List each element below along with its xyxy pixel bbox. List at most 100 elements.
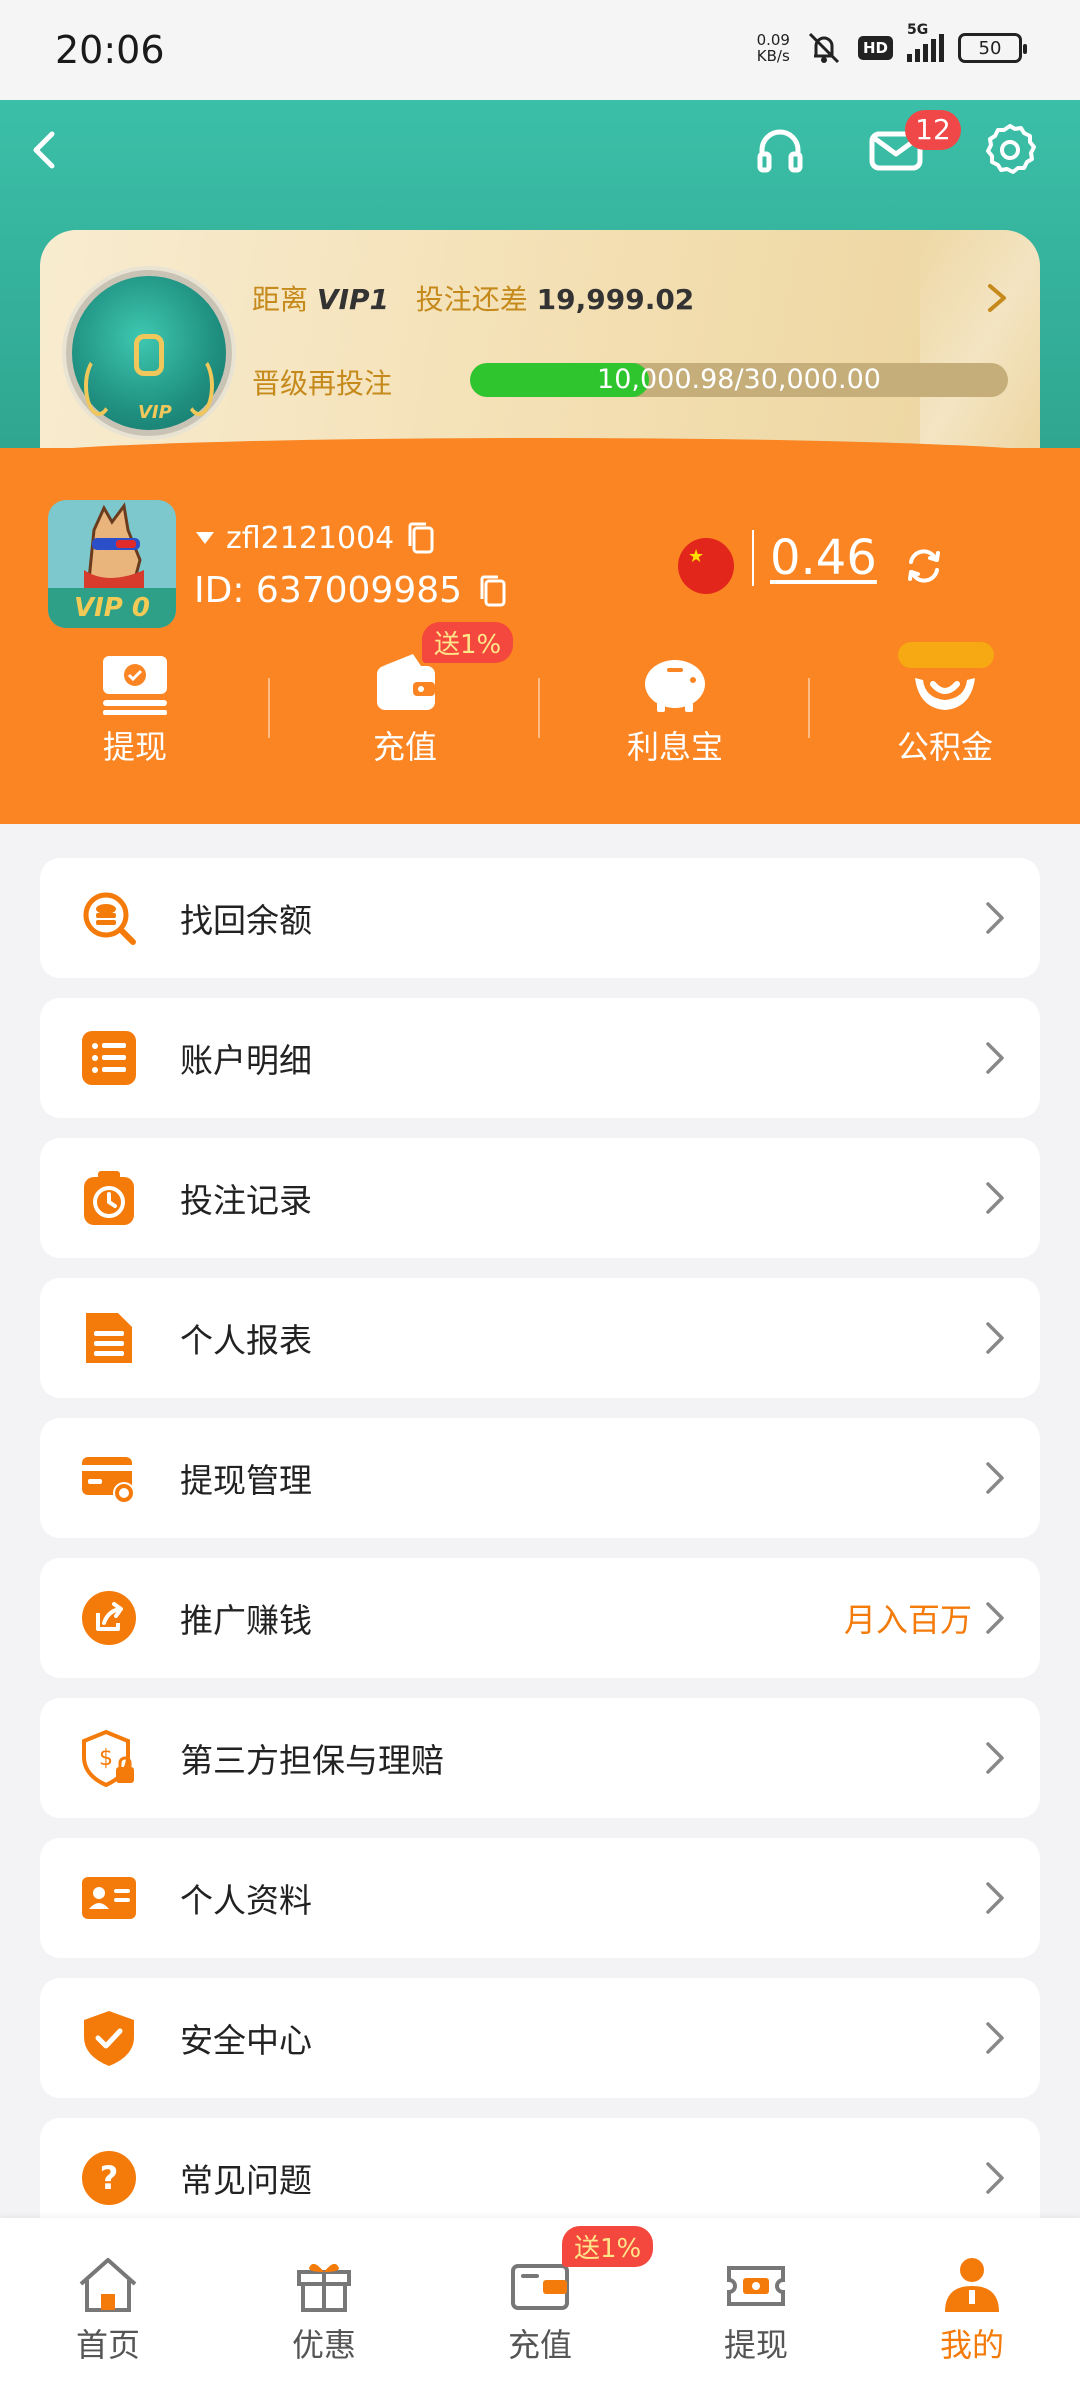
chevron-right-icon xyxy=(986,902,1004,934)
vip-gap-label: 投注还差 xyxy=(415,283,528,316)
shield-lock-icon: $ xyxy=(82,1729,134,1787)
vip-gap-amount: 19,999.02 xyxy=(536,283,695,316)
svg-text:?: ? xyxy=(100,2159,119,2197)
quick-recharge-label: 充值 xyxy=(372,728,437,766)
nav-mine[interactable]: 我的 xyxy=(864,2218,1080,2400)
quick-fund-label: 公积金 xyxy=(896,728,993,766)
vip-progress-card[interactable]: VIP 距离 VIP1 投注还差 19,999.02 晋级再投注 10,000.… xyxy=(40,230,1040,470)
horse-avatar-icon xyxy=(84,502,144,592)
copy-icon[interactable] xyxy=(476,573,508,609)
share-icon xyxy=(82,1591,136,1645)
quick-interest-label: 利息宝 xyxy=(626,728,723,766)
china-flag-icon: ★ xyxy=(678,538,734,594)
user-id-row: ID: 637009985 xyxy=(194,570,508,611)
chevron-right-icon xyxy=(986,1322,1004,1354)
menu-label: 第三方担保与理赔 xyxy=(180,1741,444,1780)
username: zfl2121004 xyxy=(226,520,395,556)
chevron-right-icon xyxy=(986,2162,1004,2194)
svg-text:$: $ xyxy=(99,1746,113,1771)
menu-label: 推广赚钱 xyxy=(180,1601,312,1640)
back-icon[interactable] xyxy=(14,120,74,180)
recharge-bonus-badge: 送1% xyxy=(422,622,514,663)
headset-icon[interactable] xyxy=(750,120,810,180)
signal-icon: 5G xyxy=(907,22,944,62)
username-row: zfl2121004 xyxy=(194,520,436,556)
net-speed: 0.09 KB/s xyxy=(757,32,790,64)
status-bar: 20:06 0.09 KB/s HD 5G 50 xyxy=(0,0,1080,100)
vip-medal-icon: VIP xyxy=(66,270,232,436)
vip-progress-text: 10,000.98/30,000.00 xyxy=(597,364,881,395)
menu-item-third-party-guarantee[interactable]: $ 第三方担保与理赔 xyxy=(40,1698,1040,1818)
chevron-right-icon xyxy=(986,2022,1004,2054)
menu-item-recover-balance[interactable]: 找回余额 xyxy=(40,858,1040,978)
chevron-right-icon xyxy=(986,1182,1004,1214)
menu-label: 找回余额 xyxy=(180,901,312,940)
user-icon xyxy=(945,2258,999,2312)
vip-gap-text: 距离 VIP1 投注还差 19,999.02 xyxy=(252,278,694,318)
balance-amount[interactable]: 0.46 xyxy=(752,530,877,586)
ticket-icon xyxy=(727,2266,785,2306)
status-time: 20:06 xyxy=(55,28,165,72)
hd-badge: HD xyxy=(857,36,893,60)
bottom-nav: 首页 优惠 充值 提现 我的 xyxy=(0,2218,1080,2400)
avatar[interactable]: VIP 0 xyxy=(48,500,176,628)
fund-highlight xyxy=(898,642,994,668)
settings-gear-icon[interactable] xyxy=(980,120,1040,180)
laurel-right xyxy=(184,356,214,416)
chevron-right-icon xyxy=(986,1462,1004,1494)
battery-icon: 50 xyxy=(958,33,1027,63)
id-card-icon xyxy=(82,1877,136,1919)
medal-vip-text: VIP xyxy=(138,402,172,423)
withdraw-icon xyxy=(103,656,167,715)
clock-record-icon xyxy=(84,1171,134,1225)
gift-icon xyxy=(297,2263,351,2312)
menu-item-account-details[interactable]: 账户明细 xyxy=(40,998,1040,1118)
user-id: ID: 637009985 xyxy=(194,570,463,611)
vip-progress-bar: 10,000.98/30,000.00 xyxy=(470,363,1008,397)
home-icon xyxy=(79,2258,137,2312)
laurel-left xyxy=(84,356,114,416)
menu-item-promote-earn[interactable]: 推广赚钱 月入百万 xyxy=(40,1558,1040,1678)
heart-icon xyxy=(196,532,214,544)
chevron-right-icon xyxy=(986,1742,1004,1774)
card-gear-icon xyxy=(82,1457,135,1504)
nav-promotions[interactable]: 优惠 xyxy=(216,2218,432,2400)
mute-bell-icon xyxy=(808,32,840,64)
menu-label: 账户明细 xyxy=(180,1041,312,1080)
menu-label: 投注记录 xyxy=(180,1181,312,1220)
chevron-right-icon[interactable] xyxy=(978,280,1014,316)
quick-interest[interactable]: 利息宝 xyxy=(540,638,810,768)
menu-label: 提现管理 xyxy=(180,1461,312,1500)
menu-item-personal-report[interactable]: 个人报表 xyxy=(40,1278,1040,1398)
menu-item-profile[interactable]: 个人资料 xyxy=(40,1838,1040,1958)
chevron-right-icon xyxy=(986,1882,1004,1914)
menu-item-withdraw-management[interactable]: 提现管理 xyxy=(40,1418,1040,1538)
medal-level xyxy=(134,334,164,376)
piggy-bank-icon xyxy=(645,660,705,712)
quick-withdraw[interactable]: 提现 xyxy=(0,638,270,768)
refresh-icon[interactable] xyxy=(902,544,946,588)
menu-list: 找回余额 账户明细 投注记录 个人报表 提现管理 推广赚钱 月入百万 $ 第三方… xyxy=(40,858,1040,2258)
nav-home[interactable]: 首页 xyxy=(0,2218,216,2400)
vip-prefix: 距离 xyxy=(252,283,309,316)
upgrade-label: 晋级再投注 xyxy=(252,367,393,400)
shield-check-icon xyxy=(84,2011,134,2066)
search-coin-icon xyxy=(83,892,136,945)
promote-tagline: 月入百万 xyxy=(843,1601,972,1639)
menu-item-bet-records[interactable]: 投注记录 xyxy=(40,1138,1040,1258)
net-speed-unit: KB/s xyxy=(756,47,790,65)
unread-badge: 12 xyxy=(905,110,961,150)
net-speed-value: 0.09 xyxy=(756,31,790,49)
quick-withdraw-label: 提现 xyxy=(102,728,167,766)
network-type: 5G xyxy=(907,22,929,38)
copy-icon[interactable] xyxy=(404,520,436,556)
nav-recharge-bonus-badge: 送1% xyxy=(562,2226,654,2267)
nav-recharge-label: 充值 xyxy=(507,2326,572,2364)
menu-item-security-center[interactable]: 安全中心 xyxy=(40,1978,1040,2098)
menu-label: 个人资料 xyxy=(180,1881,312,1920)
nav-withdraw[interactable]: 提现 xyxy=(648,2218,864,2400)
card-shine xyxy=(920,230,1040,470)
nav-promotions-label: 优惠 xyxy=(291,2326,356,2364)
menu-label: 常见问题 xyxy=(180,2161,312,2200)
menu-label: 安全中心 xyxy=(180,2021,312,2060)
